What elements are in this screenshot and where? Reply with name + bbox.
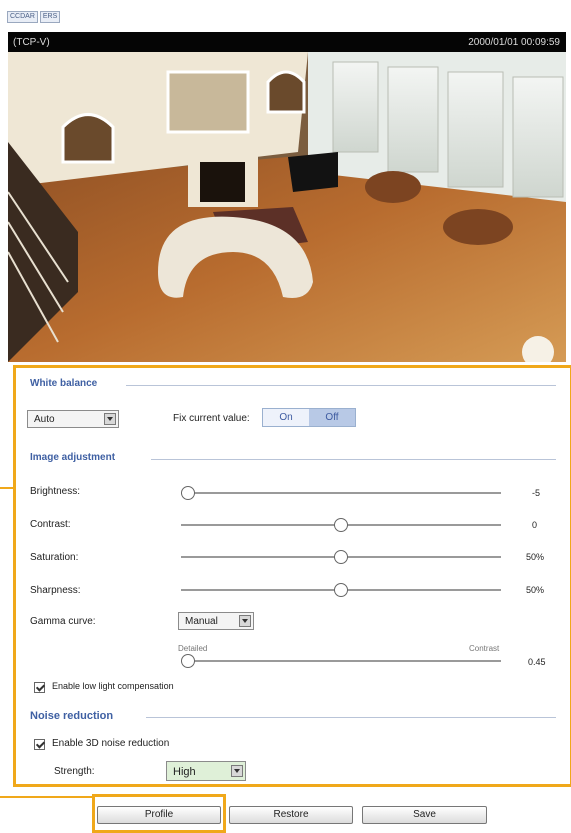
gamma-value: 0.45 xyxy=(528,657,546,667)
profile-highlight-frame xyxy=(92,794,226,833)
gamma-contrast-label: Contrast xyxy=(469,644,500,653)
slider-track xyxy=(181,492,501,494)
contrast-value: 0 xyxy=(532,520,538,530)
tab-1[interactable]: CCDAR xyxy=(7,11,38,23)
white-balance-value: Auto xyxy=(34,414,55,425)
off-button[interactable]: Off xyxy=(309,409,355,426)
divider xyxy=(146,717,556,718)
brightness-label: Brightness: xyxy=(30,486,81,497)
save-button[interactable]: Save xyxy=(362,806,487,824)
slider-track xyxy=(181,660,501,662)
sharpness-value: 50% xyxy=(526,585,545,595)
slider-handle[interactable] xyxy=(334,518,348,532)
low-light-checkbox[interactable] xyxy=(34,682,45,693)
tab-2[interactable]: ERS xyxy=(39,11,61,23)
sharpness-slider[interactable] xyxy=(181,583,501,597)
brightness-slider[interactable] xyxy=(181,486,501,500)
image-settings-panel: White balance Auto Fix current value: On… xyxy=(13,365,571,787)
gamma-curve-select[interactable]: Manual xyxy=(178,612,254,630)
divider xyxy=(151,459,556,460)
strength-value: High xyxy=(173,766,196,778)
video-osd-bar: (TCP-V) 2000/01/01 00:09:59 xyxy=(8,32,566,52)
fix-current-value-label: Fix current value: xyxy=(173,413,250,424)
saturation-slider[interactable] xyxy=(181,550,501,564)
live-video-view: (TCP-V) 2000/01/01 00:09:59 xyxy=(8,32,566,362)
slider-handle[interactable] xyxy=(181,654,195,668)
chevron-down-icon xyxy=(104,413,116,425)
low-light-label: Enable low light compensation xyxy=(52,681,174,691)
view-tabs: CCDAR ERS xyxy=(7,11,61,23)
white-balance-select[interactable]: Auto xyxy=(27,410,119,428)
slider-handle[interactable] xyxy=(181,486,195,500)
slider-handle[interactable] xyxy=(334,583,348,597)
saturation-label: Saturation: xyxy=(30,552,79,563)
gamma-slider[interactable] xyxy=(181,654,501,668)
sharpness-label: Sharpness: xyxy=(30,585,81,596)
fix-value-toggle: On Off xyxy=(262,408,356,427)
slider-handle[interactable] xyxy=(334,550,348,564)
restore-button[interactable]: Restore xyxy=(229,806,353,824)
live-video-image xyxy=(8,52,566,362)
timestamp: 2000/01/01 00:09:59 xyxy=(468,37,560,48)
gamma-curve-label: Gamma curve: xyxy=(30,616,96,627)
white-balance-title: White balance xyxy=(30,378,98,389)
gamma-curve-value: Manual xyxy=(185,616,218,627)
protocol-label: (TCP-V) xyxy=(13,37,50,48)
callout-line xyxy=(0,796,92,798)
chevron-down-icon xyxy=(231,765,243,777)
image-adjustment-title: Image adjustment xyxy=(30,452,116,463)
brightness-value: -5 xyxy=(532,488,541,498)
saturation-value: 50% xyxy=(526,552,545,562)
contrast-label: Contrast: xyxy=(30,519,71,530)
noise-reduction-checkbox[interactable] xyxy=(34,739,45,750)
on-button[interactable]: On xyxy=(263,409,309,426)
noise-reduction-label: Enable 3D noise reduction xyxy=(52,738,170,749)
divider xyxy=(126,385,556,386)
strength-select[interactable]: High xyxy=(166,761,246,781)
callout-line xyxy=(0,487,16,489)
gamma-detailed-label: Detailed xyxy=(178,644,208,653)
chevron-down-icon xyxy=(239,615,251,627)
strength-label: Strength: xyxy=(54,766,95,777)
contrast-slider[interactable] xyxy=(181,518,501,532)
noise-reduction-title: Noise reduction xyxy=(30,710,114,722)
